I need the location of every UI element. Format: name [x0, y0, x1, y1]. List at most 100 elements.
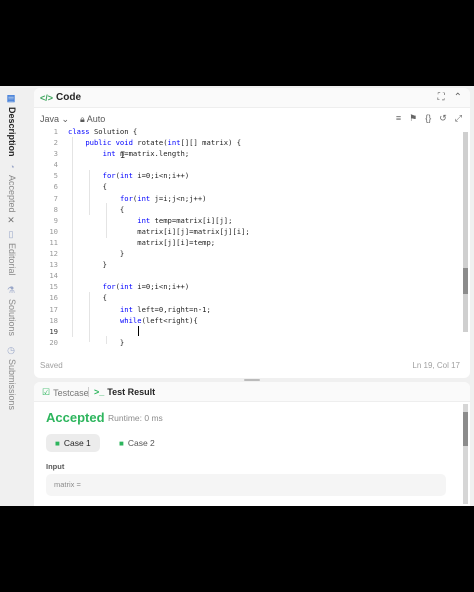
code-line[interactable]: 8 {: [34, 204, 462, 215]
line-number: 8: [53, 204, 58, 214]
test-panel: ☑ Testcase >_ Test Result Accepted Runti…: [34, 382, 470, 506]
line-number: 4: [53, 160, 58, 170]
side-tab-rail: ▤ Description ◔ Accepted ✕ ▯ Editorial ⚗…: [0, 86, 32, 506]
line-number: 10: [49, 226, 58, 236]
code-line[interactable]: 12 }: [34, 248, 462, 259]
tab-description[interactable]: ▤ Description: [7, 94, 17, 157]
code-line[interactable]: 15 for(int i=0;i<n;i++): [34, 281, 462, 292]
reset-icon[interactable]: ↺: [439, 113, 447, 124]
line-number: 3: [53, 149, 58, 159]
code-line[interactable]: 1 class Solution {: [34, 126, 462, 137]
book-icon: ▯: [7, 230, 17, 240]
auto-label: Auto: [86, 114, 106, 124]
history-icon: ◔: [7, 162, 17, 172]
code-line[interactable]: 19: [34, 326, 462, 337]
code-tab[interactable]: </> Code: [40, 92, 81, 103]
tab-accepted-label: Accepted: [7, 175, 17, 213]
line-number: 9: [53, 215, 58, 225]
code-line[interactable]: 2 public void rotate(int[][] matrix) {: [34, 137, 462, 148]
line-number: 14: [49, 271, 58, 281]
close-icon[interactable]: ✕: [7, 216, 17, 226]
line-number: 1: [53, 127, 58, 136]
code-line[interactable]: 7 for(int j=i;j<n;j++): [34, 193, 462, 204]
line-number: 2: [53, 138, 58, 148]
line-number: 5: [53, 171, 58, 181]
code-line[interactable]: 18 while(left<right){: [34, 315, 462, 326]
code-line[interactable]: 11 matrix[j][i]=temp;: [34, 237, 462, 248]
code-text: }: [68, 249, 125, 259]
code-text: public void rotate(int[][] matrix) {: [85, 138, 242, 148]
code-line[interactable]: 17 int left=0,right=n-1;: [34, 304, 462, 315]
code-text: int temp=matrix[i][j];: [137, 215, 233, 225]
line-number: 11: [49, 237, 58, 247]
tab-description-label: Description: [7, 107, 17, 157]
fullscreen-icon[interactable]: ⛶: [438, 92, 445, 103]
code-text: int n=matrix.length;: [102, 149, 190, 159]
text-cursor: [138, 326, 139, 336]
code-text: for(int i=0;i<n;i++): [102, 282, 190, 292]
code-tab-label: Code: [56, 92, 82, 103]
code-line[interactable]: 9 int temp=matrix[i][j];: [34, 215, 462, 226]
case-1-label: Case 1: [63, 438, 91, 448]
code-line[interactable]: 4: [34, 159, 462, 170]
line-number: 17: [49, 304, 58, 314]
code-line[interactable]: 5 for(int i=0;i<n;i++): [34, 170, 462, 181]
code-icon: </>: [40, 92, 54, 103]
input-label: Input: [46, 462, 65, 471]
runtime-label: Runtime: 0 ms: [108, 413, 163, 423]
tab-testcase-label: Testcase: [53, 387, 89, 398]
code-editor[interactable]: 1 class Solution {2 public void rotate(in…: [34, 126, 462, 350]
code-line[interactable]: 3 int n=matrix.length;: [34, 148, 462, 159]
test-panel-header: ☑ Testcase >_ Test Result: [34, 382, 470, 402]
code-text: {: [68, 182, 107, 192]
language-value: Java: [40, 114, 60, 124]
line-number: 13: [49, 260, 58, 270]
tab-accepted[interactable]: ◔ Accepted ✕: [7, 162, 17, 226]
line-number: 7: [53, 193, 58, 203]
matrix-input-box: matrix =: [46, 474, 446, 496]
code-text: while(left<right){: [119, 315, 198, 325]
auto-mode-toggle[interactable]: 🔒︎ Auto: [80, 114, 105, 125]
code-text: matrix[j][i]=temp;: [68, 237, 216, 247]
editor-scrollbar[interactable]: [463, 132, 468, 332]
tab-solutions-label: Solutions: [7, 299, 17, 337]
case-2-button[interactable]: ■ Case 2: [110, 434, 164, 452]
line-number: 12: [49, 249, 58, 259]
code-line[interactable]: 10 matrix[i][j]=matrix[j][i];: [34, 226, 462, 237]
code-line[interactable]: 20 }: [34, 337, 462, 348]
chevron-up-icon[interactable]: ⌃: [454, 92, 462, 103]
document-icon: ▤: [7, 94, 17, 104]
save-status: Saved: [40, 361, 63, 370]
code-line[interactable]: 14: [34, 270, 462, 281]
code-panel-header: </> Code ⛶ ⌃: [34, 88, 470, 108]
case-1-button[interactable]: ■ Case 1: [46, 434, 100, 452]
resize-grip[interactable]: [244, 379, 260, 381]
editor-scrollbar-thumb[interactable]: [463, 268, 468, 294]
format-icon[interactable]: ≡: [396, 113, 401, 124]
code-line[interactable]: 13 }: [34, 259, 462, 270]
cursor-position: Ln 19, Col 17: [412, 361, 460, 370]
tab-solutions[interactable]: ⚗ Solutions: [7, 286, 17, 336]
code-text: for(int j=i;j<n;j++): [119, 193, 207, 203]
test-scrollbar-thumb[interactable]: [463, 412, 468, 446]
tab-submissions[interactable]: ◷ Submissions: [7, 346, 17, 410]
tab-submissions-label: Submissions: [7, 359, 17, 411]
line-number: 20: [49, 337, 58, 347]
tab-divider: [88, 387, 89, 397]
expand-icon[interactable]: ⤢: [455, 113, 462, 124]
result-verdict: Accepted: [46, 410, 105, 425]
language-select[interactable]: Java ⌄: [40, 114, 69, 125]
check-icon: ■: [119, 438, 124, 448]
tab-testcase[interactable]: ☑ Testcase: [42, 387, 89, 398]
code-line[interactable]: 16 {: [34, 292, 462, 303]
clock-icon: ◷: [7, 346, 17, 356]
bookmark-icon[interactable]: ⚑: [409, 113, 417, 124]
code-text: }: [68, 337, 125, 347]
mouse-ibeam-icon: I: [120, 151, 126, 161]
braces-icon[interactable]: {}: [425, 113, 431, 124]
tab-test-result[interactable]: >_ Test Result: [94, 387, 155, 397]
tab-editorial[interactable]: ▯ Editorial: [7, 230, 17, 276]
line-number: 19: [49, 326, 58, 336]
code-text: matrix[i][j]=matrix[j][i];: [68, 226, 250, 236]
code-line[interactable]: 6 {: [34, 181, 462, 192]
